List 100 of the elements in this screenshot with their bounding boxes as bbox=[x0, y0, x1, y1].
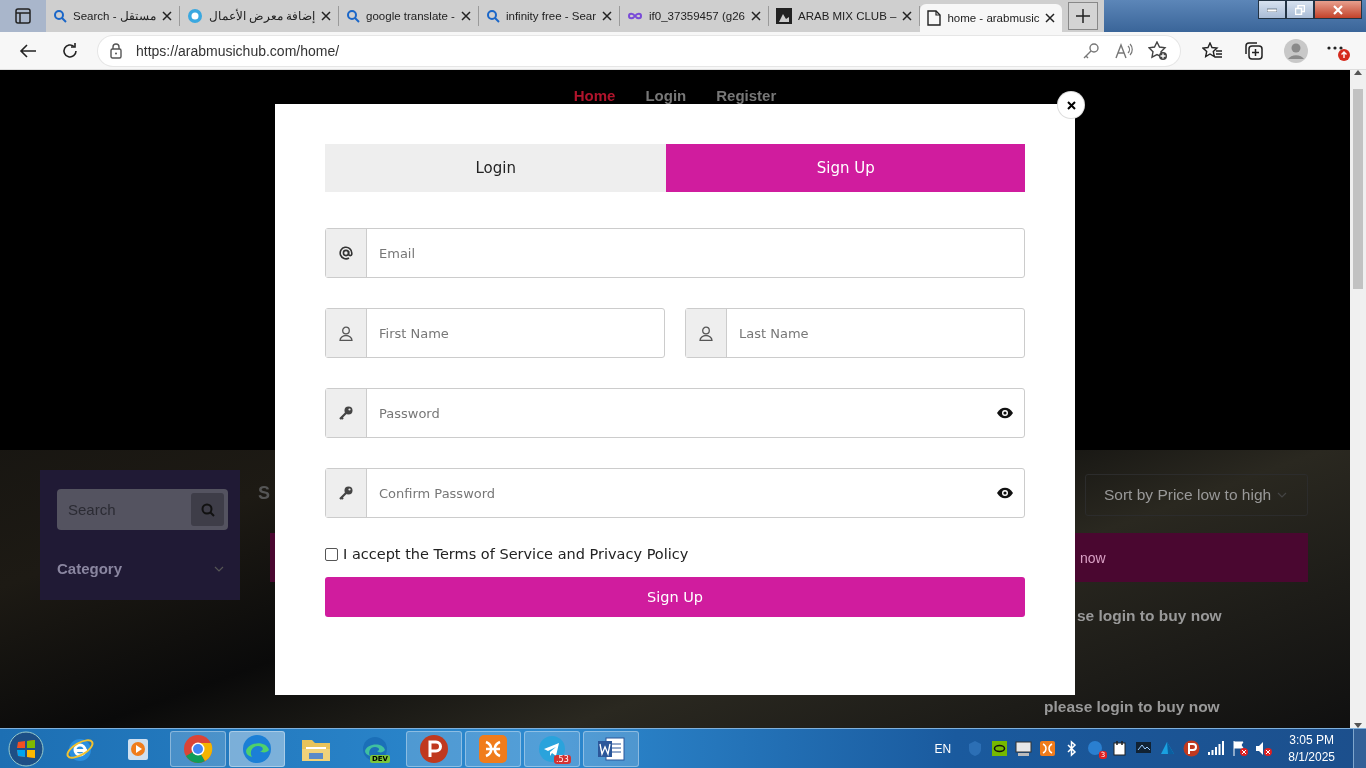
xampp-icon[interactable] bbox=[1039, 740, 1057, 757]
back-arrow-icon bbox=[19, 42, 37, 59]
user-icon bbox=[339, 325, 353, 341]
graphics-card-icon[interactable] bbox=[991, 740, 1009, 757]
close-icon[interactable] bbox=[1045, 13, 1056, 23]
close-icon[interactable] bbox=[602, 11, 613, 21]
close-icon[interactable] bbox=[460, 11, 471, 21]
text-input[interactable]: First Name bbox=[367, 325, 654, 341]
chevron-down-icon bbox=[1277, 492, 1288, 498]
url-text: https://arabmusichub.com/home/ bbox=[136, 42, 341, 59]
collections-icon bbox=[1244, 40, 1264, 61]
browser-tab[interactable]: Search - مستقل bbox=[46, 6, 180, 26]
checkbox[interactable] bbox=[325, 547, 338, 561]
star-add-icon[interactable] bbox=[1148, 40, 1168, 61]
show-desktop-button[interactable] bbox=[1353, 729, 1366, 768]
browser-tab[interactable]: ARAB MIX CLUB – bbox=[769, 6, 921, 26]
chrome-icon bbox=[183, 733, 213, 764]
minimize-button[interactable] bbox=[1258, 0, 1286, 19]
close-window-button[interactable] bbox=[1314, 0, 1362, 19]
minimize-icon bbox=[1267, 7, 1277, 12]
close-icon[interactable] bbox=[161, 11, 172, 21]
taskbar-app[interactable] bbox=[583, 730, 639, 767]
search-icon bbox=[200, 502, 215, 517]
search-icon bbox=[53, 9, 67, 23]
input-field[interactable]: First Name bbox=[325, 308, 665, 358]
restore-button[interactable] bbox=[1286, 0, 1314, 19]
form-tab[interactable]: Login bbox=[325, 144, 667, 192]
terms-label: I accept the Terms of Service and Privacy Policy bbox=[343, 546, 689, 562]
circle-icon bbox=[186, 8, 203, 24]
browser-tab[interactable]: home - arabmusic bbox=[920, 4, 1063, 32]
time-text: 3:05 PM bbox=[1289, 731, 1334, 749]
start-orb-icon[interactable] bbox=[8, 730, 44, 767]
browser-tab[interactable]: إضافة معرض الأعمال bbox=[179, 6, 340, 26]
eye-icon[interactable] bbox=[996, 407, 1014, 419]
plus-icon bbox=[1076, 9, 1091, 23]
signal-icon[interactable] bbox=[1207, 740, 1225, 757]
date-text: 8/1/2025 bbox=[1288, 748, 1335, 766]
heading-text: S bbox=[258, 483, 270, 504]
plug-icon[interactable] bbox=[1111, 740, 1129, 757]
lock-icon bbox=[110, 42, 122, 59]
flag-error-icon[interactable] bbox=[1231, 740, 1249, 757]
taskbar-app[interactable]: .53 bbox=[524, 730, 580, 767]
banner-text: now bbox=[1080, 550, 1106, 566]
text-input[interactable]: Last Name bbox=[727, 325, 1014, 341]
category-dropdown[interactable]: Category bbox=[57, 560, 228, 577]
key-icon bbox=[339, 486, 353, 500]
monitor-icon[interactable] bbox=[1015, 740, 1033, 757]
chevron-down-icon bbox=[214, 565, 224, 572]
refresh-icon bbox=[61, 41, 79, 60]
text-input[interactable]: Email bbox=[367, 245, 1014, 261]
document-w-icon bbox=[596, 734, 626, 763]
nav-link[interactable]: Login bbox=[645, 87, 687, 107]
avatar-icon bbox=[1284, 38, 1308, 63]
taskbar-app[interactable] bbox=[465, 730, 521, 767]
key-icon bbox=[339, 406, 353, 420]
infinity-icon bbox=[627, 11, 644, 21]
sort-dropdown[interactable]: Sort by Price low to high bbox=[1085, 474, 1308, 516]
notification-icon[interactable] bbox=[1087, 740, 1105, 757]
xampp-icon bbox=[478, 733, 508, 764]
eye-icon[interactable] bbox=[996, 487, 1014, 499]
taskbar-app[interactable] bbox=[170, 730, 226, 767]
psiphon-icon[interactable] bbox=[1183, 740, 1201, 757]
clock[interactable]: 3:05 PM 8/1/2025 bbox=[1288, 731, 1335, 766]
notice-text: se login to buy now bbox=[1077, 607, 1222, 625]
nav-link[interactable]: Register bbox=[716, 87, 777, 107]
browser-tab[interactable]: infinity free - Sear bbox=[478, 6, 621, 26]
close-icon[interactable] bbox=[902, 11, 913, 21]
close-icon[interactable] bbox=[751, 11, 761, 21]
taskbar-app[interactable] bbox=[406, 730, 462, 767]
browser-tab[interactable]: if0_37359457 (g26 bbox=[620, 6, 769, 26]
language-indicator[interactable]: EN bbox=[934, 741, 952, 756]
input-field[interactable]: Email bbox=[325, 228, 1025, 278]
close-icon bbox=[1066, 100, 1076, 110]
form-tab[interactable]: Sign Up bbox=[666, 144, 1025, 192]
paper-plane-icon bbox=[538, 734, 566, 763]
browser-tab[interactable]: google translate - bbox=[339, 6, 479, 26]
page-icon bbox=[927, 10, 942, 26]
muted-speaker-icon[interactable] bbox=[1255, 740, 1273, 757]
triangle-icon[interactable] bbox=[1159, 740, 1177, 757]
photo-icon bbox=[776, 8, 792, 24]
input-field[interactable]: Password bbox=[325, 388, 1025, 438]
at-icon bbox=[339, 246, 353, 260]
input-field[interactable]: Last Name bbox=[685, 308, 1025, 358]
address-bar[interactable]: https://arabmusichub.com/home/ bbox=[98, 35, 1180, 66]
new-tab-button[interactable] bbox=[1068, 2, 1099, 30]
close-icon[interactable] bbox=[321, 11, 332, 21]
unread-badge: .53 bbox=[554, 754, 571, 764]
edge-icon bbox=[242, 733, 272, 764]
read-aloud-icon[interactable] bbox=[1114, 41, 1134, 60]
close-button[interactable] bbox=[1058, 92, 1084, 118]
tab-actions-icon[interactable] bbox=[15, 8, 31, 24]
star-list-icon bbox=[1202, 41, 1222, 60]
scrollbar-thumb[interactable] bbox=[1353, 89, 1363, 289]
input-field[interactable]: Confirm Password bbox=[325, 468, 1025, 518]
scrollbar[interactable] bbox=[1350, 70, 1366, 728]
text-input[interactable]: Password bbox=[367, 405, 996, 421]
text-input[interactable]: Confirm Password bbox=[367, 485, 996, 501]
search-icon bbox=[485, 9, 500, 23]
signup-button[interactable]: Sign Up bbox=[325, 577, 1025, 617]
key-icon[interactable] bbox=[1082, 41, 1100, 60]
